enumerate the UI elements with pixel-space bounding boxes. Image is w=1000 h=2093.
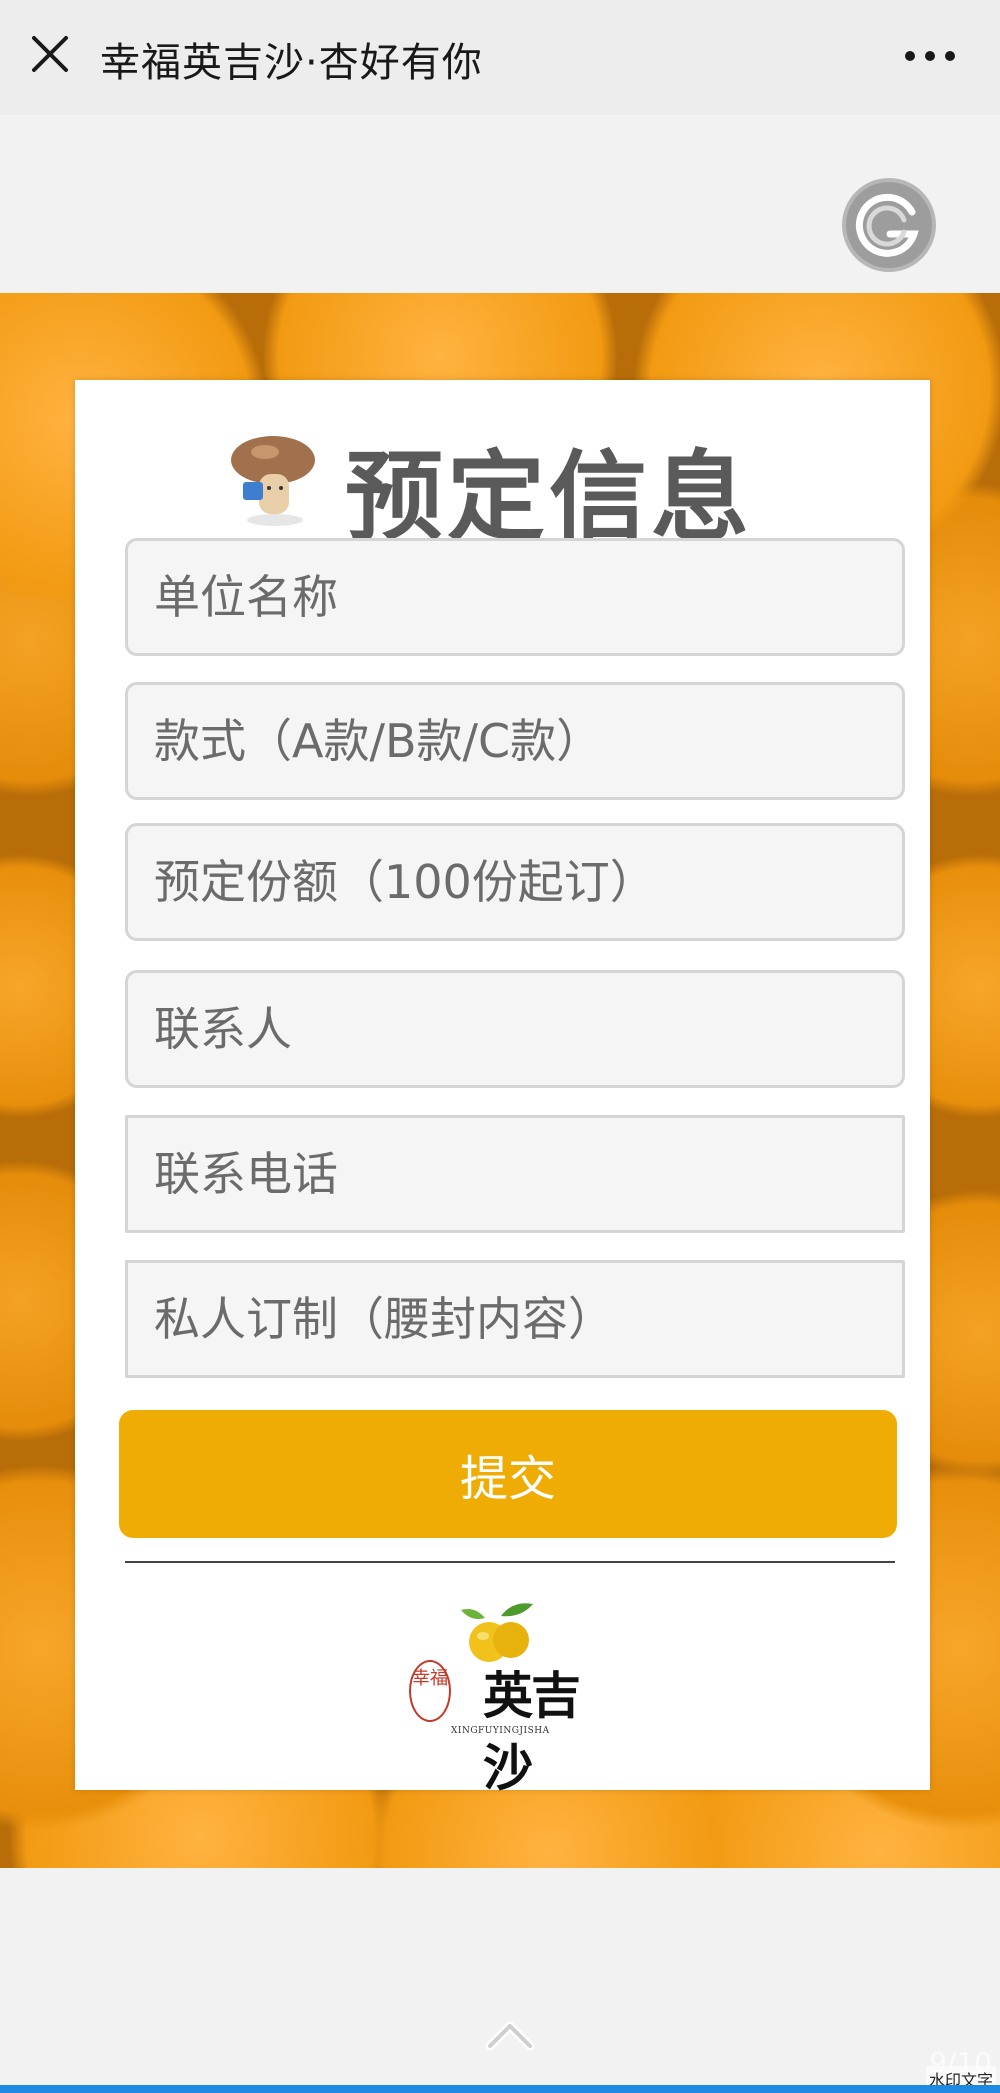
brand-logo: 幸福 英吉沙 XINGFUYINGJISHA	[405, 1598, 615, 1797]
refresh-logo-icon	[855, 193, 919, 257]
logo-seal: 幸福	[409, 1660, 451, 1722]
divider	[125, 1561, 895, 1563]
close-icon[interactable]	[24, 28, 76, 80]
chevron-up-icon[interactable]	[480, 2010, 540, 2060]
quantity-field[interactable]	[125, 823, 905, 941]
floating-action-button[interactable]	[842, 178, 936, 272]
mushroom-mascot-icon	[231, 436, 315, 526]
submit-button[interactable]: 提交	[119, 1410, 897, 1538]
style-field[interactable]	[125, 682, 905, 800]
page-title: 幸福英吉沙·杏好有你	[100, 40, 483, 86]
form-header: 预定信息	[75, 400, 930, 555]
logo-subtitle: XINGFUYINGJISHA	[451, 1726, 550, 1736]
company-name-field[interactable]	[125, 538, 905, 656]
contact-phone-field[interactable]	[125, 1115, 905, 1233]
contact-person-field[interactable]	[125, 970, 905, 1088]
bottom-bar	[0, 2085, 1000, 2093]
top-nav-bar: 幸福英吉沙·杏好有你	[0, 0, 1000, 115]
booking-form-card: 预定信息 提交 幸福 英吉沙 XINGFUYINGJISHA	[75, 380, 930, 1797]
more-icon[interactable]	[900, 36, 960, 76]
custom-content-field[interactable]	[125, 1260, 905, 1378]
